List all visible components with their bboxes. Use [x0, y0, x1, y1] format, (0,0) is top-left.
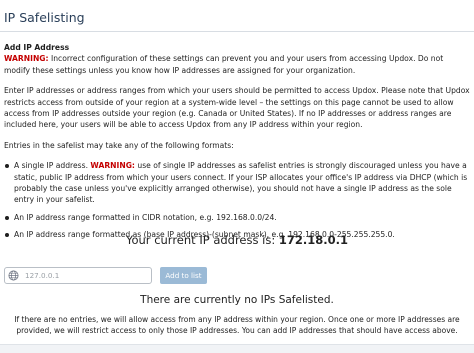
- empty-safelist-note: If there are no entries, we will allow a…: [14, 315, 460, 335]
- current-ip-value: 172.18.0.1: [278, 233, 348, 247]
- list-item: An IP address range formatted in CIDR no…: [4, 212, 470, 223]
- empty-safelist-message: There are currently no IPs Safelisted.: [140, 294, 334, 306]
- ip-safelisting-page: IP Safelisting Add IP Address WARNING: I…: [0, 0, 474, 353]
- format-text: An IP address range formatted in CIDR no…: [14, 212, 277, 222]
- warning-paragraph: WARNING: Incorrect configuration of thes…: [4, 53, 470, 76]
- warning-text: Incorrect configuration of these setting…: [4, 54, 444, 75]
- current-ip-readout: Your current IP address is: 172.18.0.1: [0, 233, 474, 247]
- add-ip-heading: Add IP Address: [4, 43, 70, 52]
- format-warning-label: WARNING:: [90, 161, 135, 171]
- add-to-list-button[interactable]: Add to list: [160, 267, 207, 284]
- list-item: A single IP address. WARNING: use of sin…: [4, 160, 470, 206]
- add-ip-section: Add IP Address WARNING: Incorrect config…: [4, 38, 470, 247]
- formats-list: A single IP address. WARNING: use of sin…: [4, 160, 470, 240]
- ip-address-input[interactable]: [4, 267, 152, 284]
- globe-icon: [8, 270, 19, 281]
- page-title: IP Safelisting: [4, 10, 85, 25]
- format-lead: A single IP address.: [14, 161, 91, 171]
- warning-label: WARNING:: [4, 54, 49, 64]
- current-ip-label: Your current IP address is:: [125, 233, 279, 247]
- description-paragraph: Enter IP addresses or address ranges fro…: [4, 86, 470, 130]
- bottom-bar: [0, 344, 474, 353]
- formats-intro: Entries in the safelist may take any of …: [4, 140, 234, 150]
- title-divider: [0, 31, 474, 32]
